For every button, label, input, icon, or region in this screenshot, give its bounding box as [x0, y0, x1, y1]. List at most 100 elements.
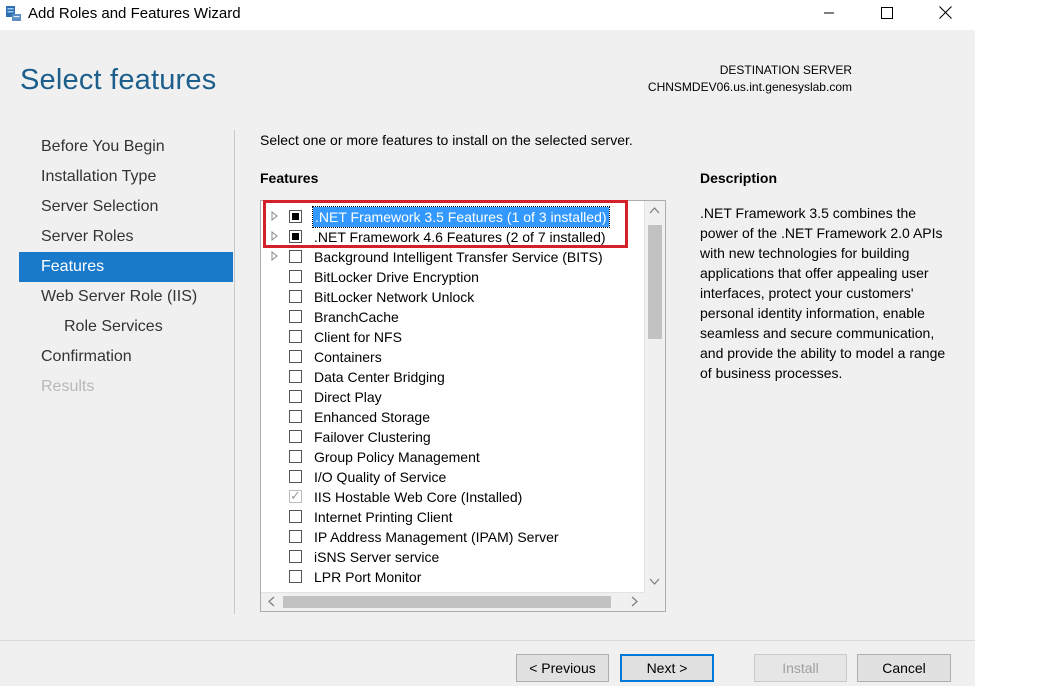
- wizard-nav: Before You Begin Installation Type Serve…: [19, 132, 233, 402]
- feature-label[interactable]: Direct Play: [314, 387, 382, 407]
- next-button[interactable]: Next >: [620, 654, 714, 682]
- feature-row[interactable]: BranchCache: [261, 307, 645, 327]
- feature-checkbox[interactable]: [289, 430, 302, 443]
- feature-label[interactable]: BitLocker Drive Encryption: [314, 267, 479, 287]
- description-heading: Description: [700, 170, 778, 186]
- feature-row[interactable]: BitLocker Network Unlock: [261, 287, 645, 307]
- feature-row[interactable]: Direct Play: [261, 387, 645, 407]
- feature-label[interactable]: IIS Hostable Web Core (Installed): [314, 487, 522, 507]
- feature-row[interactable]: Client for NFS: [261, 327, 645, 347]
- feature-row[interactable]: Internet Printing Client: [261, 507, 645, 527]
- feature-checkbox[interactable]: [289, 470, 302, 483]
- feature-checkbox[interactable]: [289, 210, 302, 223]
- feature-row[interactable]: .NET Framework 4.6 Features (2 of 7 inst…: [261, 227, 645, 247]
- feature-row[interactable]: Background Intelligent Transfer Service …: [261, 247, 645, 267]
- feature-checkbox[interactable]: [289, 370, 302, 383]
- feature-row[interactable]: BitLocker Drive Encryption: [261, 267, 645, 287]
- feature-label[interactable]: Internet Printing Client: [314, 507, 453, 527]
- cancel-button[interactable]: Cancel: [857, 654, 951, 682]
- feature-row[interactable]: LPR Port Monitor: [261, 567, 645, 587]
- feature-checkbox[interactable]: [289, 570, 302, 583]
- feature-checkbox[interactable]: [289, 390, 302, 403]
- feature-row[interactable]: IIS Hostable Web Core (Installed): [261, 487, 645, 507]
- features-tree[interactable]: .NET Framework 3.5 Features (1 of 3 inst…: [260, 200, 666, 612]
- feature-checkbox[interactable]: [289, 290, 302, 303]
- nav-item-confirmation[interactable]: Confirmation: [19, 342, 233, 372]
- window-title: Add Roles and Features Wizard: [28, 5, 241, 22]
- feature-label[interactable]: Background Intelligent Transfer Service …: [314, 247, 603, 267]
- feature-row[interactable]: Enhanced Storage: [261, 407, 645, 427]
- maximize-button[interactable]: [858, 0, 916, 30]
- previous-button[interactable]: < Previous: [516, 654, 609, 682]
- nav-item-results: Results: [41, 378, 95, 395]
- feature-checkbox: [289, 488, 302, 504]
- feature-label[interactable]: LPR Port Monitor: [314, 567, 421, 587]
- feature-checkbox[interactable]: [289, 250, 302, 263]
- footer-divider: [0, 640, 975, 641]
- feature-row[interactable]: .NET Framework 3.5 Features (1 of 3 inst…: [261, 206, 645, 228]
- page-title: Select features: [20, 64, 217, 96]
- nav-item-server-selection[interactable]: Server Selection: [19, 192, 233, 222]
- feature-row[interactable]: Containers: [261, 347, 645, 367]
- horizontal-scrollbar[interactable]: [261, 592, 645, 611]
- feature-label[interactable]: .NET Framework 4.6 Features (2 of 7 inst…: [314, 227, 606, 247]
- install-button: Install: [754, 654, 847, 682]
- minimize-icon: [823, 6, 835, 24]
- feature-checkbox[interactable]: [289, 230, 302, 243]
- feature-label[interactable]: BranchCache: [314, 307, 399, 327]
- feature-row[interactable]: IP Address Management (IPAM) Server: [261, 527, 645, 547]
- feature-checkbox[interactable]: [289, 410, 302, 423]
- feature-label[interactable]: Enhanced Storage: [314, 407, 430, 427]
- description-text: .NET Framework 3.5 combines the power of…: [700, 205, 946, 381]
- expand-arrow-icon[interactable]: [271, 230, 278, 245]
- nav-item-server-roles[interactable]: Server Roles: [19, 222, 233, 252]
- destination-server-name: CHNSMDEV06.us.int.genesyslab.com: [647, 80, 852, 94]
- feature-row[interactable]: Group Policy Management: [261, 447, 645, 467]
- feature-checkbox[interactable]: [289, 450, 302, 463]
- minimize-button[interactable]: [800, 0, 858, 30]
- feature-checkbox[interactable]: [289, 310, 302, 323]
- feature-label[interactable]: .NET Framework 3.5 Features (1 of 3 inst…: [312, 206, 610, 228]
- expand-arrow-icon[interactable]: [271, 250, 278, 265]
- feature-label[interactable]: BitLocker Network Unlock: [314, 287, 474, 307]
- feature-label[interactable]: iSNS Server service: [314, 547, 439, 567]
- feature-checkbox[interactable]: [289, 350, 302, 363]
- feature-checkbox[interactable]: [289, 550, 302, 563]
- feature-checkbox[interactable]: [289, 270, 302, 283]
- expand-arrow-icon[interactable]: [271, 210, 278, 225]
- nav-item-role-services[interactable]: Role Services: [19, 312, 233, 342]
- scroll-down-icon[interactable]: [649, 577, 660, 589]
- feature-label[interactable]: I/O Quality of Service: [314, 467, 446, 487]
- scrollbar-corner: [645, 593, 665, 611]
- vertical-scroll-thumb[interactable]: [648, 225, 662, 339]
- wizard-window: Add Roles and Features Wizard Select fea…: [0, 0, 975, 686]
- feature-label[interactable]: Data Center Bridging: [314, 367, 445, 387]
- scroll-left-icon[interactable]: [267, 596, 275, 610]
- nav-item-web-server-role[interactable]: Web Server Role (IIS): [19, 282, 233, 312]
- feature-label[interactable]: Failover Clustering: [314, 427, 431, 447]
- close-button[interactable]: [916, 0, 974, 30]
- close-icon: [938, 6, 952, 24]
- maximize-icon: [881, 6, 893, 24]
- vertical-scrollbar[interactable]: [644, 201, 665, 593]
- feature-label[interactable]: Group Policy Management: [314, 447, 480, 467]
- horizontal-scroll-thumb[interactable]: [283, 596, 611, 608]
- feature-label[interactable]: Client for NFS: [314, 327, 402, 347]
- nav-item-installation-type[interactable]: Installation Type: [19, 162, 233, 192]
- feature-row[interactable]: I/O Quality of Service: [261, 467, 645, 487]
- scroll-right-icon[interactable]: [631, 596, 639, 610]
- feature-checkbox[interactable]: [289, 530, 302, 543]
- feature-label[interactable]: Containers: [314, 347, 382, 367]
- feature-row[interactable]: Data Center Bridging: [261, 367, 645, 387]
- feature-checkbox[interactable]: [289, 510, 302, 523]
- feature-row[interactable]: iSNS Server service: [261, 547, 645, 567]
- scroll-up-icon[interactable]: [649, 205, 660, 217]
- feature-row[interactable]: Failover Clustering: [261, 427, 645, 447]
- nav-item-features[interactable]: Features: [19, 252, 233, 282]
- nav-item-before-you-begin[interactable]: Before You Begin: [19, 132, 233, 162]
- destination-server-label: DESTINATION SERVER: [719, 63, 852, 77]
- nav-divider: [234, 130, 235, 614]
- feature-label[interactable]: IP Address Management (IPAM) Server: [314, 527, 559, 547]
- feature-list: .NET Framework 3.5 Features (1 of 3 inst…: [261, 206, 645, 587]
- feature-checkbox[interactable]: [289, 330, 302, 343]
